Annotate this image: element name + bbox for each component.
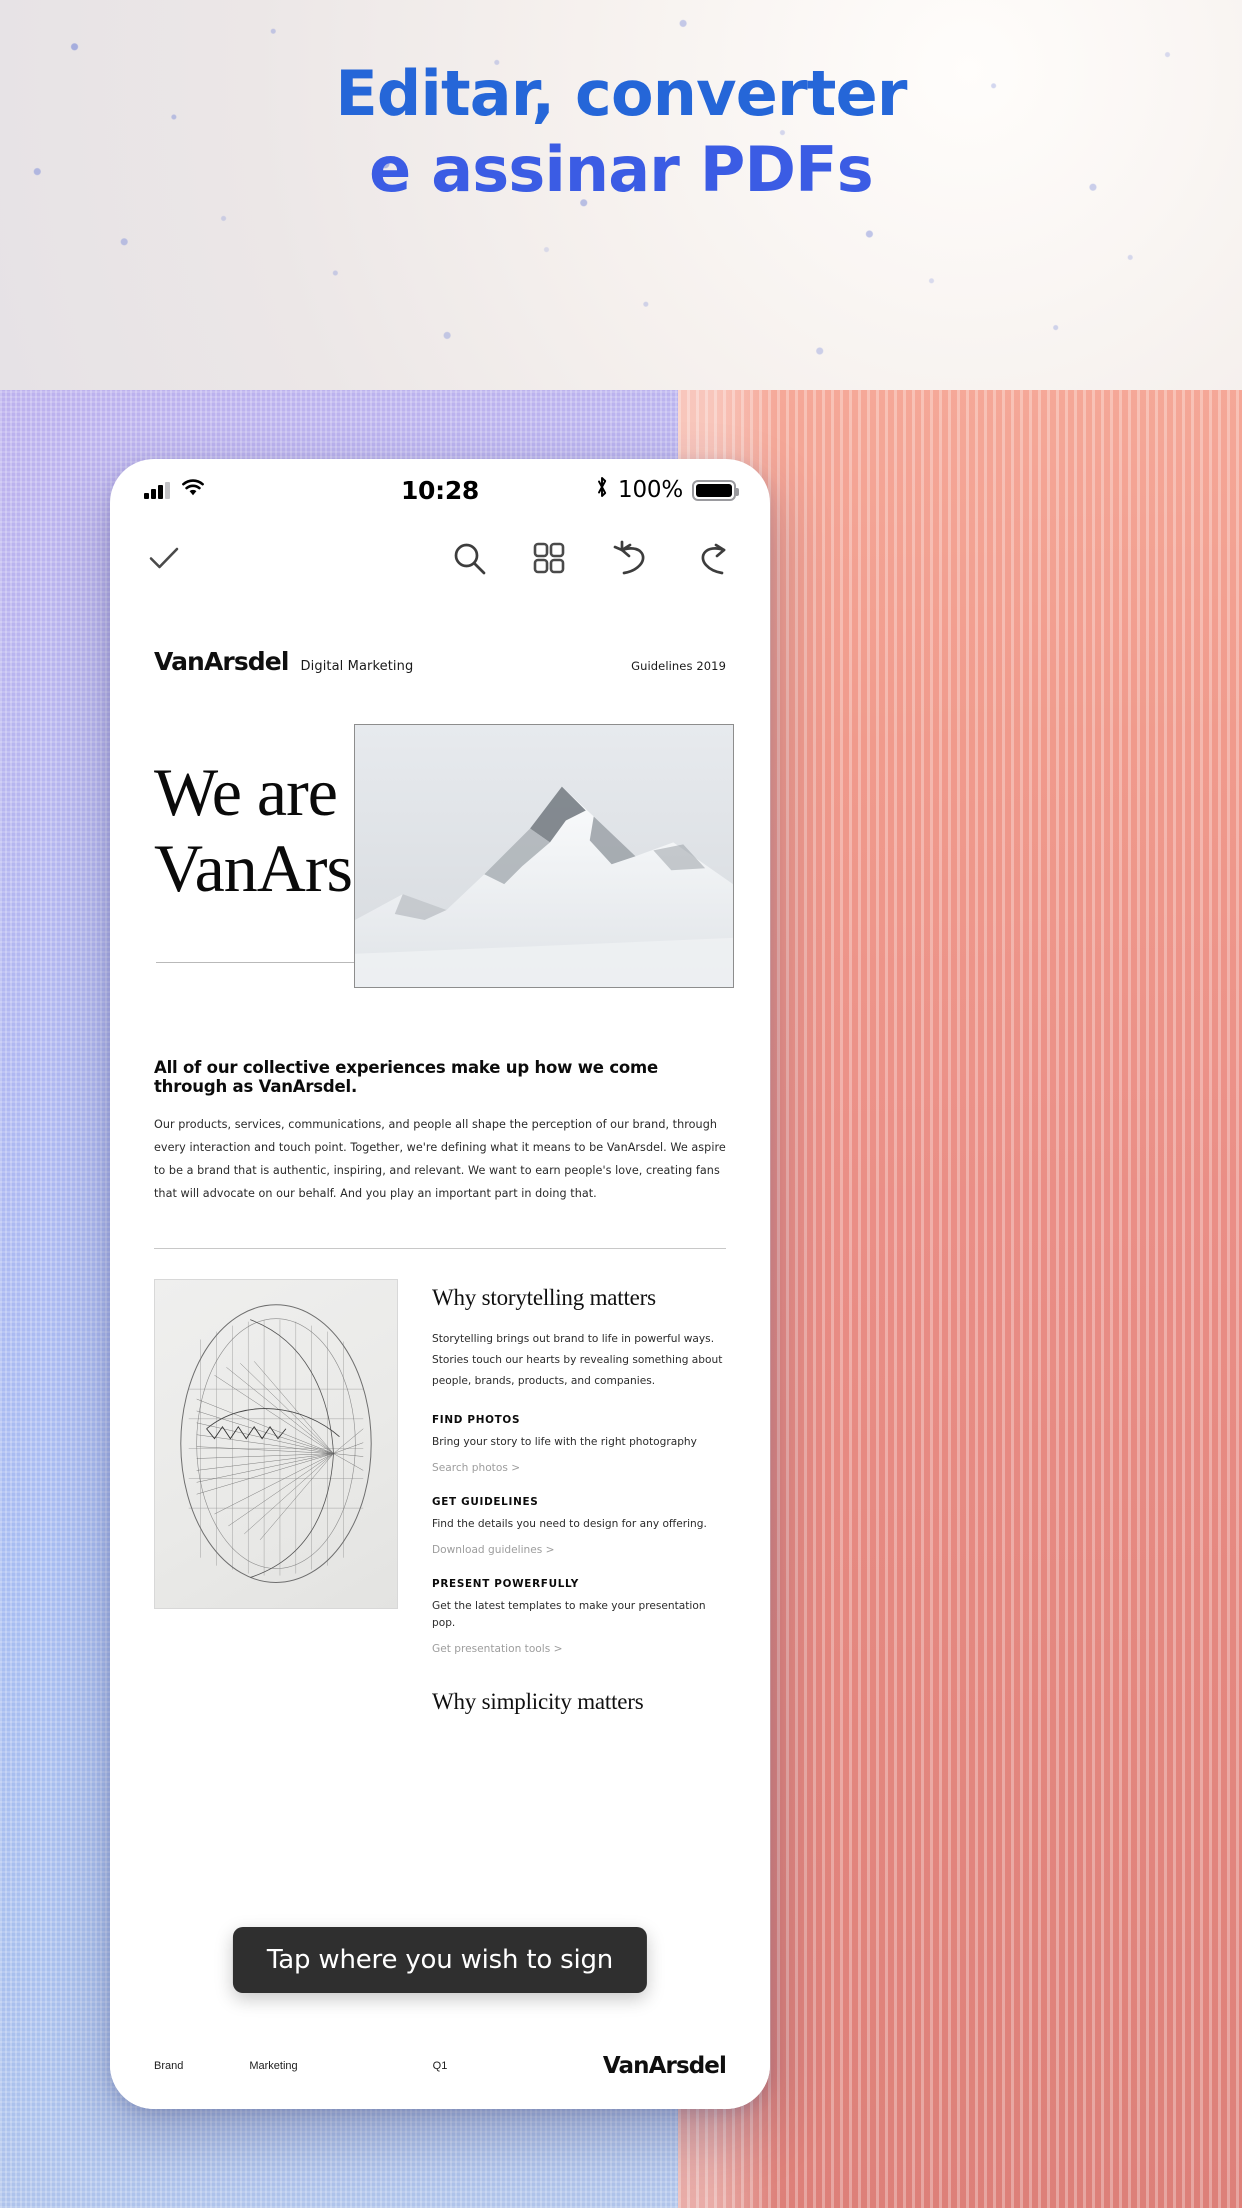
hero-line-2: e assinar PDFs bbox=[369, 132, 873, 206]
get-presentation-tools-link[interactable]: Get presentation tools > bbox=[432, 1643, 726, 1655]
find-photos-body: Bring your story to life with the right … bbox=[432, 1436, 697, 1449]
app-toolbar bbox=[110, 521, 770, 595]
search-photos-link[interactable]: Search photos > bbox=[432, 1462, 726, 1474]
brand-subtitle: Digital Marketing bbox=[300, 659, 414, 674]
why-storytelling-body: Storytelling brings out brand to life in… bbox=[432, 1332, 723, 1388]
search-icon[interactable] bbox=[450, 539, 488, 577]
brand-lockup: VanArsdel Digital Marketing bbox=[154, 647, 413, 676]
list-item: GET GUIDELINES Find the details you need… bbox=[432, 1496, 726, 1556]
pdf-document[interactable]: VanArsdel Digital Marketing Guidelines 2… bbox=[110, 595, 770, 1716]
download-guidelines-link[interactable]: Download guidelines > bbox=[432, 1544, 726, 1556]
phone-mockup: 10:28 100% VanArsdel Digital Marketing G… bbox=[110, 459, 770, 2109]
why-storytelling-title: Why storytelling matters bbox=[432, 1284, 656, 1310]
footer-quarter-label: Q1 bbox=[432, 2060, 448, 2072]
hero-title-line-1: We are bbox=[154, 754, 338, 830]
sign-hint-tooltip[interactable]: Tap where you wish to sign bbox=[232, 1927, 648, 1993]
list-item: PRESENT POWERFULLY Get the latest templa… bbox=[432, 1578, 726, 1655]
status-bar-time: 10:28 bbox=[400, 475, 480, 505]
list-item: FIND PHOTOS Bring your story to life wit… bbox=[432, 1414, 726, 1474]
document-two-column: Why storytelling matters Storytelling br… bbox=[154, 1278, 726, 1715]
present-powerfully-kicker: PRESENT POWERFULLY bbox=[432, 1578, 579, 1591]
redo-icon[interactable] bbox=[694, 537, 736, 579]
battery-full-icon bbox=[692, 479, 739, 501]
get-guidelines-body: Find the details you need to design for … bbox=[432, 1518, 707, 1531]
snowy-mountain-photo bbox=[354, 724, 734, 988]
find-photos-kicker: FIND PHOTOS bbox=[432, 1414, 521, 1427]
grid-view-icon[interactable] bbox=[530, 539, 568, 577]
hero-line-1: Editar, converter bbox=[335, 57, 907, 130]
document-left-column bbox=[154, 1278, 398, 1715]
document-sub-heading: All of our collective experiences make u… bbox=[154, 1058, 659, 1096]
document-footer: Brand Marketing Q1 VanArsdel bbox=[110, 2023, 770, 2109]
toolbar-actions bbox=[450, 537, 736, 579]
status-bar: 10:28 100% bbox=[110, 459, 770, 521]
document-header: VanArsdel Digital Marketing Guidelines 2… bbox=[154, 647, 726, 676]
document-right-column: Why storytelling matters Storytelling br… bbox=[432, 1279, 726, 1715]
present-powerfully-body: Get the latest templates to make your pr… bbox=[432, 1600, 706, 1630]
document-body-copy: Our products, services, communications, … bbox=[154, 1118, 726, 1200]
vanarsdel-logo: VanArsdel bbox=[154, 647, 289, 676]
undo-icon[interactable] bbox=[610, 537, 652, 579]
checkmark-icon[interactable] bbox=[144, 538, 184, 578]
document-divider bbox=[154, 1247, 726, 1249]
geometric-line-sketch bbox=[154, 1278, 398, 1609]
why-simplicity-title: Why simplicity matters bbox=[432, 1689, 644, 1715]
guidelines-year-label: Guidelines 2019 bbox=[631, 659, 726, 673]
get-guidelines-kicker: GET GUIDELINES bbox=[432, 1496, 539, 1509]
hero-headline: Editar, converter e assinar PDFs bbox=[0, 56, 1242, 207]
document-hero-row: We are VanArsdel. bbox=[154, 724, 734, 1024]
